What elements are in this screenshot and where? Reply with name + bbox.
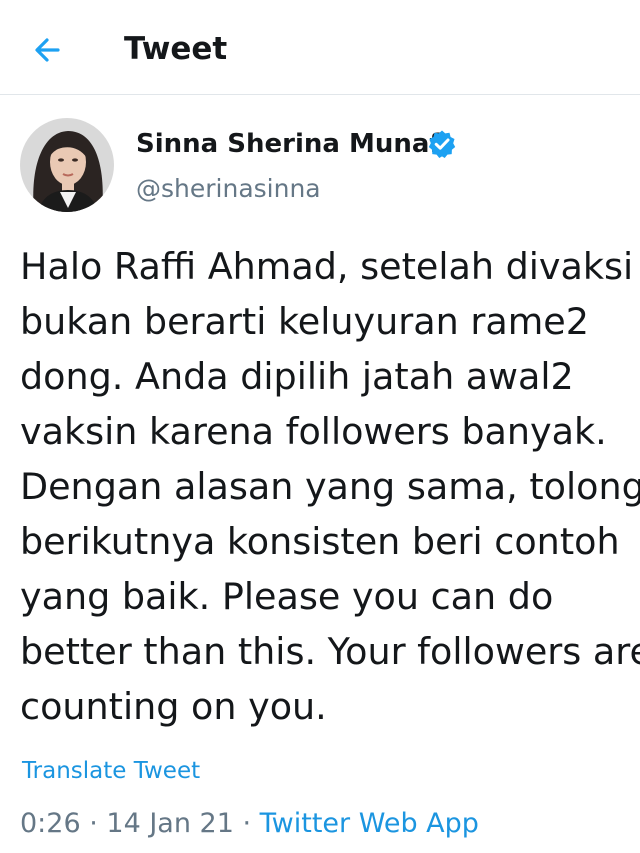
tweet-text-line: bukan berarti keluyuran rame2 bbox=[20, 300, 589, 343]
tweet-metadata: 0:26 · 14 Jan 21 · Twitter Web App bbox=[20, 806, 479, 842]
tweet-text-line: Dengan alasan yang sama, tolong bbox=[20, 465, 640, 508]
author-handle[interactable]: @sherinasinna bbox=[136, 172, 321, 206]
tweet-text-line: dong. Anda dipilih jatah awal2 bbox=[20, 355, 574, 398]
tweet-source-link[interactable]: Twitter Web App bbox=[260, 808, 479, 839]
profile-photo bbox=[20, 118, 114, 212]
tweet-text-line: vaksin karena followers banyak. bbox=[20, 410, 607, 453]
tweet-text-line: better than this. Your followers are bbox=[20, 630, 640, 673]
back-button[interactable] bbox=[28, 30, 68, 70]
tweet-text: Halo Raffi Ahmad, setelah divaksi bukan … bbox=[20, 242, 640, 737]
tweet-text-line: berikutnya konsisten beri contoh bbox=[20, 520, 620, 563]
tweet-text-line: counting on you. bbox=[20, 685, 327, 728]
tweet-time: 0:26 bbox=[20, 808, 81, 839]
tweet-text-line: yang baik. Please you can do bbox=[20, 575, 554, 618]
meta-separator: · bbox=[233, 808, 260, 839]
arrow-left-icon bbox=[35, 38, 60, 62]
top-bar: Tweet bbox=[0, 0, 640, 95]
author-display-name[interactable]: Sinna Sherina Munaf bbox=[136, 127, 441, 161]
page-title: Tweet bbox=[124, 31, 228, 67]
tweet-date[interactable]: 14 Jan 21 bbox=[106, 808, 234, 839]
avatar[interactable] bbox=[20, 118, 114, 212]
tweet-text-line: Halo Raffi Ahmad, setelah divaksi bbox=[20, 245, 634, 288]
verified-badge-icon bbox=[427, 129, 457, 159]
translate-tweet-link[interactable]: Translate Tweet bbox=[22, 756, 200, 786]
meta-separator: · bbox=[80, 808, 107, 839]
